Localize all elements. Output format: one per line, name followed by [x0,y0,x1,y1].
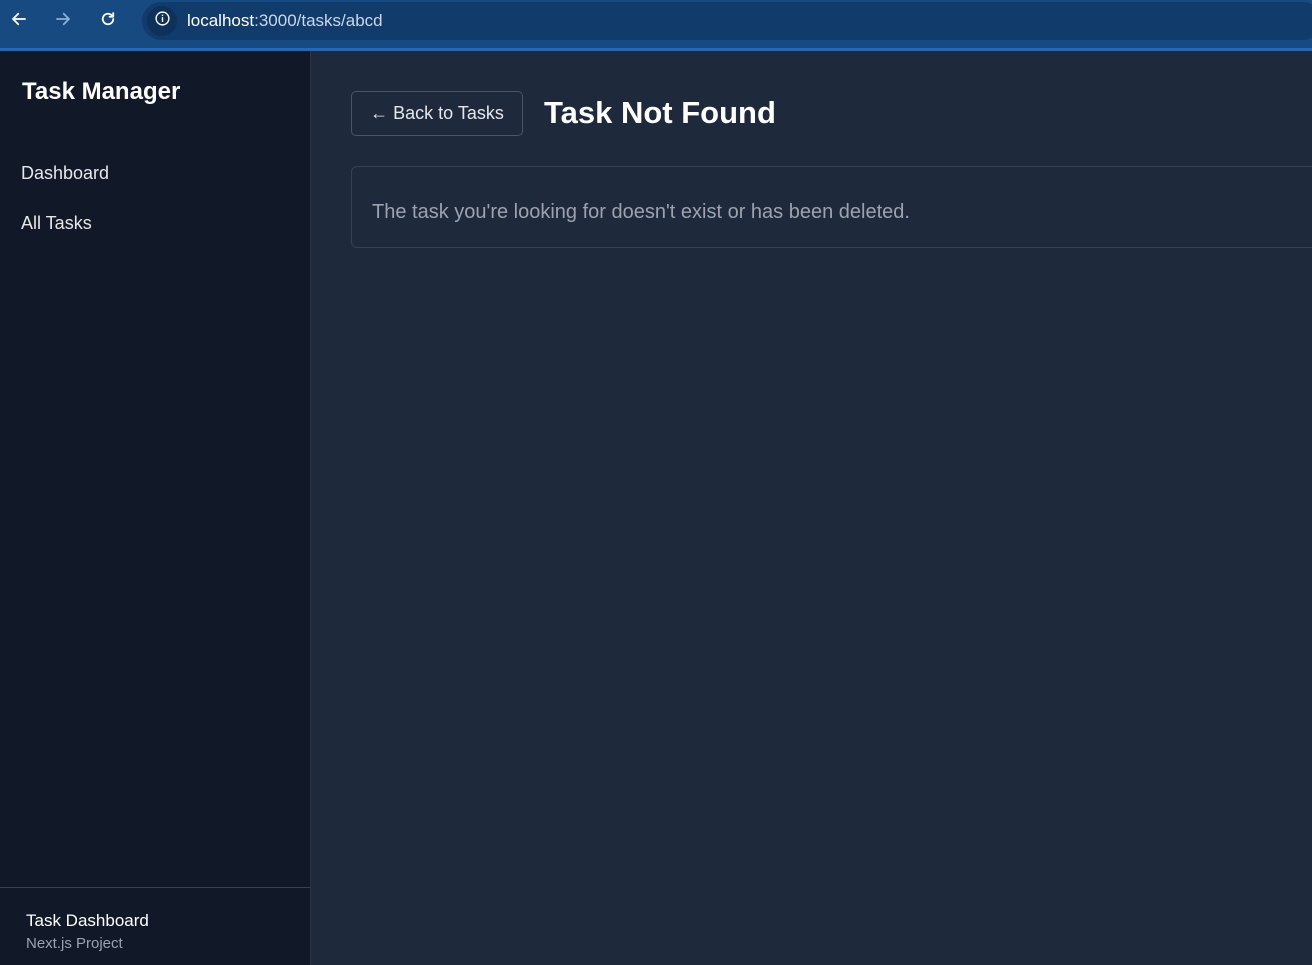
main-content: ← Back to Tasks Task Not Found The task … [311,51,1312,965]
forward-nav-button[interactable] [50,8,76,34]
arrow-right-icon [54,10,72,33]
not-found-message: The task you're looking for doesn't exis… [372,201,910,223]
browser-toolbar: localhost:3000/tasks/abcd [0,0,1312,51]
site-info-button[interactable] [147,6,177,36]
not-found-card: The task you're looking for doesn't exis… [351,166,1312,248]
reload-button[interactable] [95,8,121,34]
back-nav-button[interactable] [6,8,32,34]
info-icon [154,10,171,32]
reload-icon [99,10,117,33]
sidebar-item-all-tasks[interactable]: All Tasks [21,213,92,234]
address-bar[interactable]: localhost:3000/tasks/abcd [142,2,1312,40]
sidebar-footer: Task Dashboard Next.js Project [0,887,310,965]
page-title: Task Not Found [544,95,776,130]
brand-title: Task Manager [22,78,181,105]
footer-title: Task Dashboard [26,911,149,930]
url-path: :3000/tasks/abcd [254,11,383,30]
arrow-left-icon [10,10,28,33]
url-host: localhost [187,11,255,30]
back-to-tasks-button[interactable]: ← Back to Tasks [351,91,523,136]
footer-subtitle: Next.js Project [26,935,123,952]
sidebar: Task Manager Dashboard All Tasks Task Da… [0,51,311,965]
sidebar-item-dashboard[interactable]: Dashboard [21,163,109,184]
url-text[interactable]: localhost:3000/tasks/abcd [187,11,383,31]
